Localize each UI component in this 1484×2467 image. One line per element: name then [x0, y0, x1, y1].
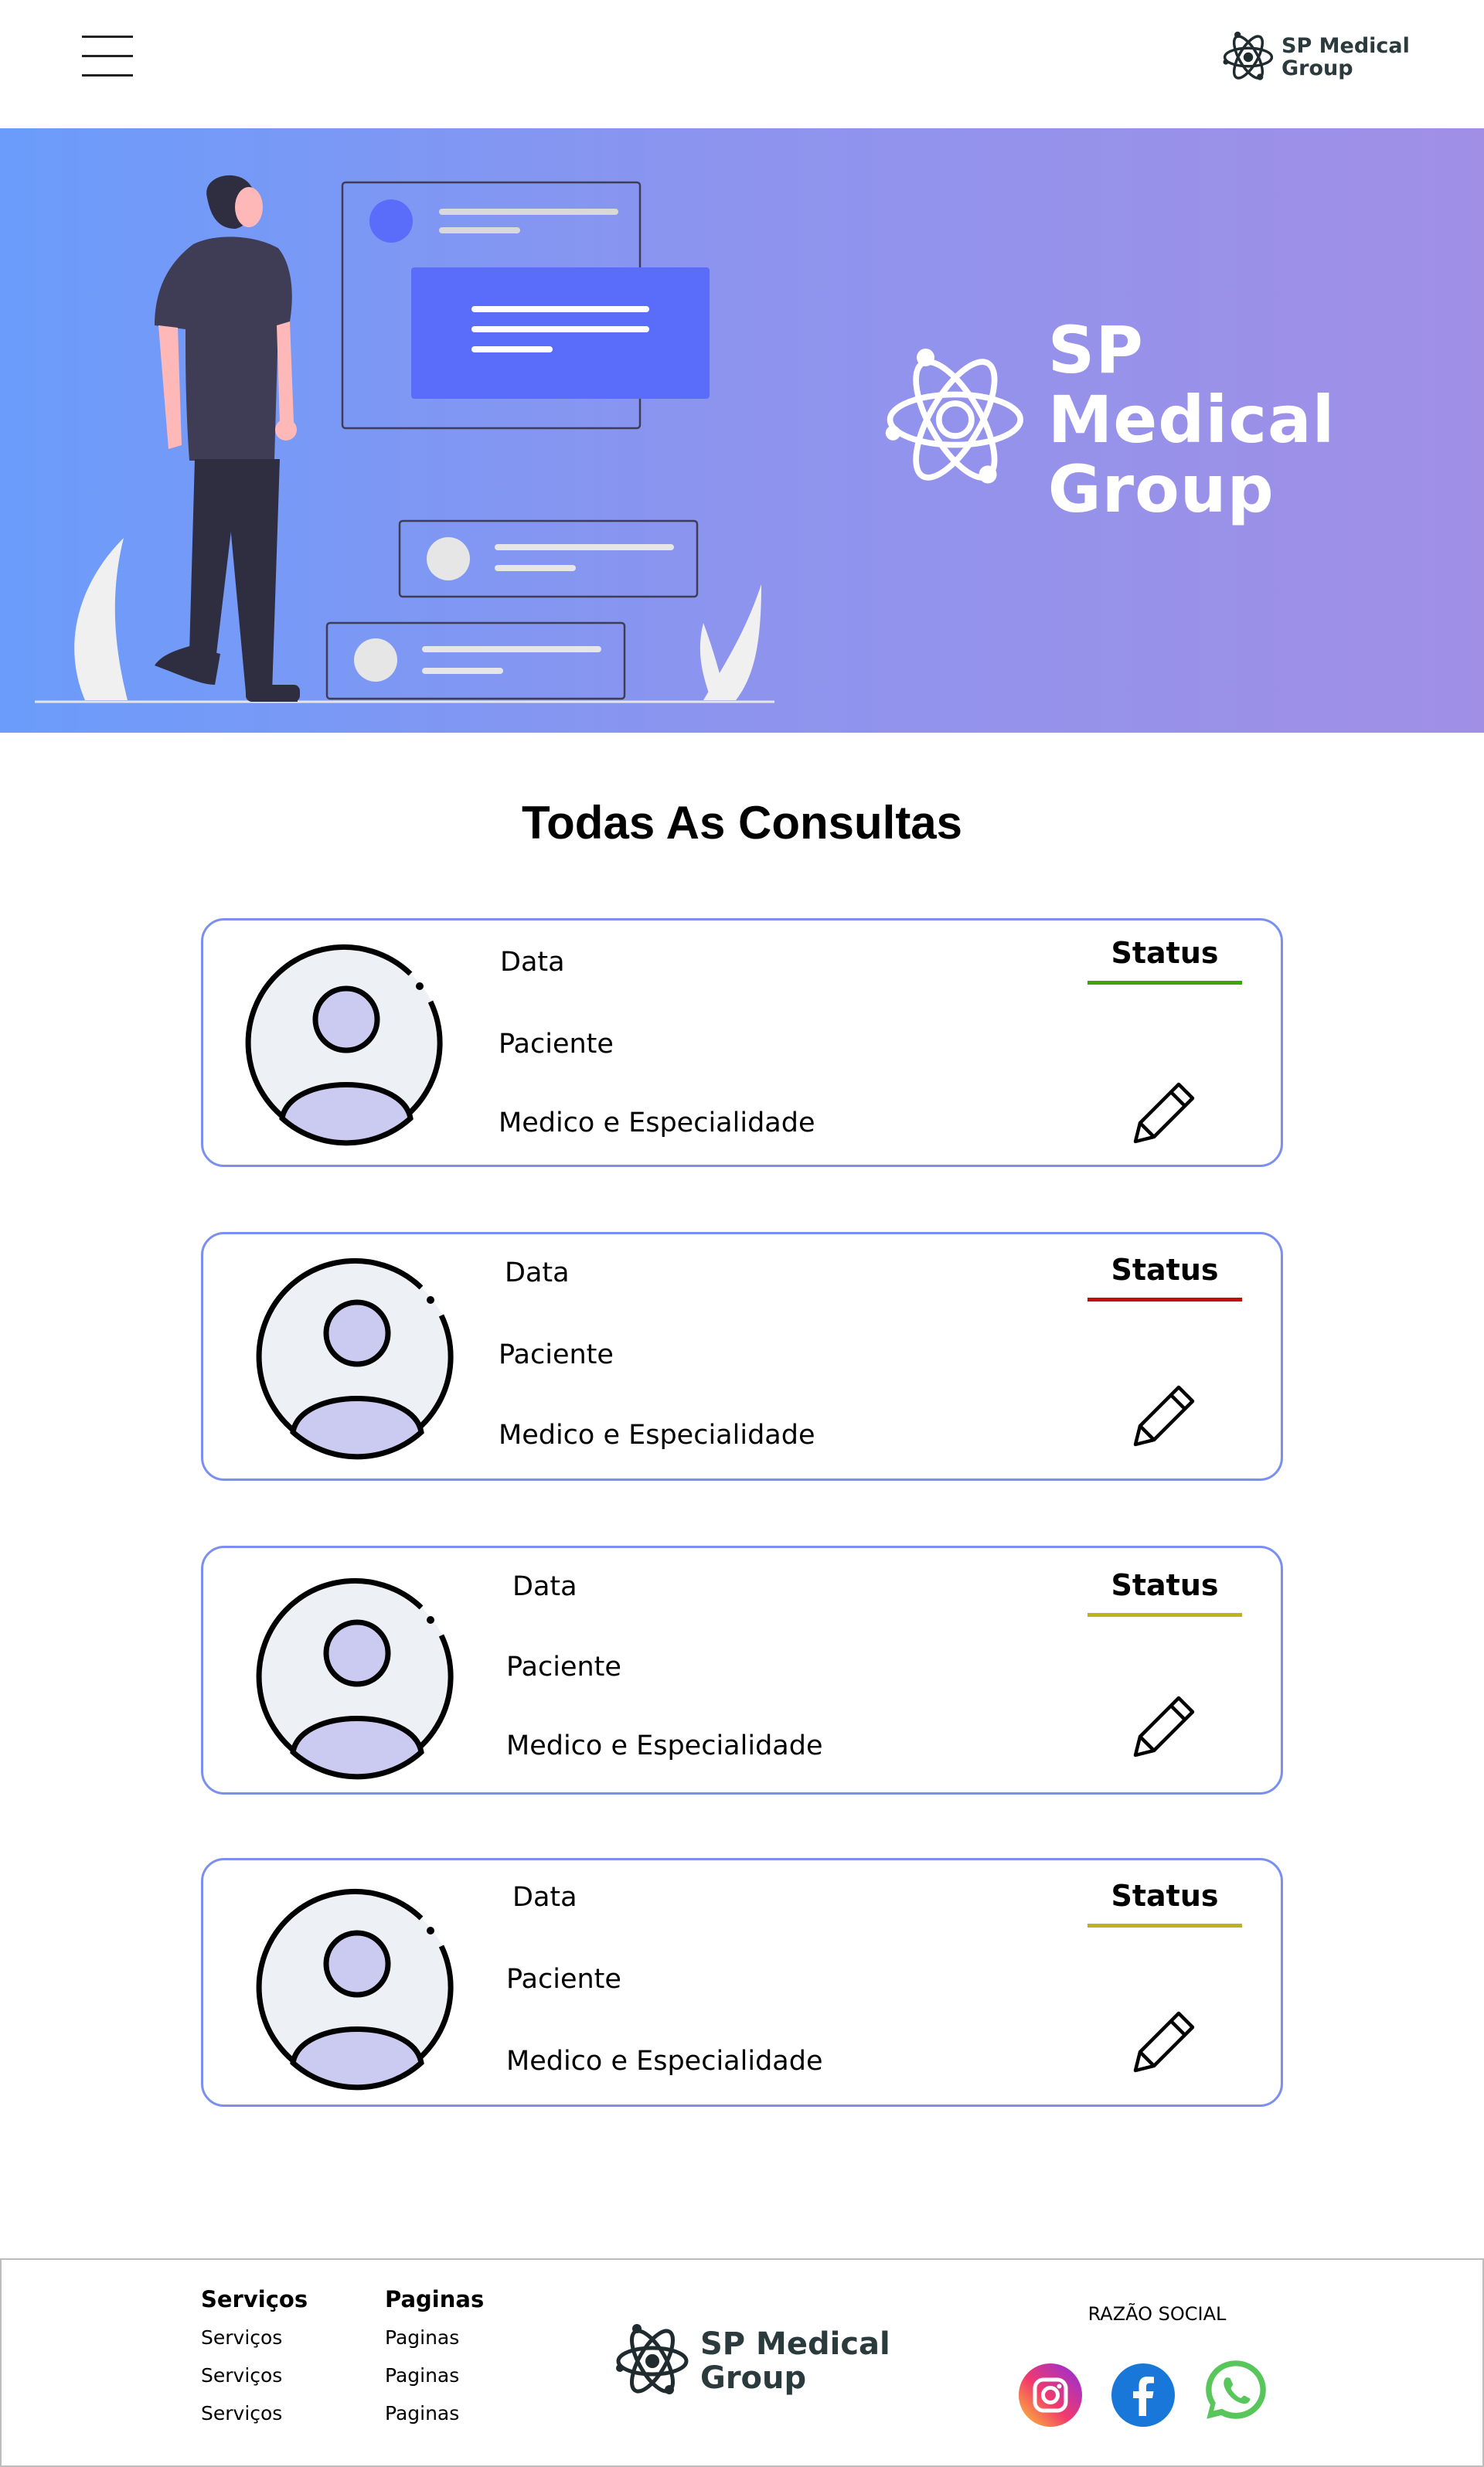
razao-social: RAZÃO SOCIAL: [1087, 2303, 1227, 2325]
brand-line2: Group: [1047, 451, 1275, 527]
user-avatar-icon: [256, 1888, 454, 2091]
consulta-card: Data Paciente Medico e Especialidade Sta…: [201, 1232, 1283, 1481]
brand-name: SP Medical Group: [700, 2327, 890, 2395]
site-footer: Serviços Serviços Serviços Serviços Pagi…: [0, 2258, 1484, 2467]
data-label: Data: [512, 1571, 577, 1602]
menu-bar: [82, 74, 133, 77]
status-label: Status: [1111, 1253, 1219, 1287]
brand-line2: Group: [700, 2360, 807, 2396]
consulta-card: Data Paciente Medico e Especialidade Sta…: [201, 1546, 1283, 1795]
data-label: Data: [505, 1257, 570, 1288]
medico-label: Medico e Especialidade: [506, 2046, 823, 2077]
menu-bar: [82, 55, 133, 57]
consulta-card: Data Paciente Medico e Especialidade Sta…: [201, 918, 1283, 1167]
paciente-label: Paciente: [506, 1652, 621, 1683]
whatsapp-icon[interactable]: [1203, 2357, 1269, 2424]
edit-pencil-icon[interactable]: [1128, 2004, 1202, 2078]
edit-pencil-icon[interactable]: [1128, 1689, 1202, 1763]
footer-paginas-title: Paginas: [385, 2286, 485, 2312]
menu-bar: [82, 36, 133, 38]
user-avatar-icon: [256, 1257, 454, 1460]
user-avatar-icon: [245, 944, 443, 1146]
user-avatar-icon: [256, 1577, 454, 1780]
status-indicator: [1087, 1924, 1242, 1928]
footer-paginas-link[interactable]: Paginas: [385, 2402, 484, 2424]
data-label: Data: [500, 947, 565, 978]
footer-servicos-title: Serviços: [201, 2286, 308, 2312]
data-label: Data: [512, 1882, 577, 1913]
menu-icon[interactable]: [82, 34, 133, 77]
medico-label: Medico e Especialidade: [499, 1420, 815, 1451]
brand-line1: SP Medical: [1281, 34, 1410, 58]
footer-paginas-link[interactable]: Paginas: [385, 2326, 484, 2349]
atom-icon: [1223, 31, 1274, 80]
paciente-label: Paciente: [499, 1029, 614, 1060]
status-label: Status: [1111, 1568, 1219, 1602]
hero-brand-name: SP Medical Group: [1048, 315, 1438, 524]
site-header: SP Medical Group: [0, 0, 1484, 128]
footer-servicos-link[interactable]: Serviços: [201, 2402, 308, 2424]
footer-paginas-column: Paginas Paginas Paginas Paginas: [385, 2286, 484, 2440]
medico-label: Medico e Especialidade: [499, 1108, 815, 1138]
status-indicator: [1087, 1613, 1242, 1617]
facebook-icon[interactable]: [1111, 2363, 1175, 2427]
atom-icon: [616, 2324, 689, 2394]
status-label: Status: [1111, 936, 1219, 970]
header-logo[interactable]: SP Medical Group: [1221, 28, 1414, 87]
brand-line1: SP Medical: [1047, 312, 1336, 458]
footer-servicos-link[interactable]: Serviços: [201, 2326, 308, 2349]
footer-servicos-link[interactable]: Serviços: [201, 2364, 308, 2387]
atom-icon: [885, 348, 1024, 484]
brand-line1: SP Medical: [700, 2326, 890, 2362]
status-indicator: [1087, 1298, 1242, 1302]
paciente-label: Paciente: [499, 1339, 614, 1370]
status-label: Status: [1111, 1879, 1219, 1913]
instagram-icon[interactable]: [1019, 2363, 1082, 2427]
hero-logo: SP Medical Group: [881, 315, 1438, 524]
page-title: Todas As Consultas: [521, 797, 963, 849]
hero-banner: SP Medical Group: [0, 128, 1484, 733]
edit-pencil-icon[interactable]: [1128, 1075, 1202, 1149]
footer-servicos-column: Serviços Serviços Serviços Serviços: [201, 2286, 308, 2440]
hero-illustration: [35, 175, 774, 703]
consulta-card: Data Paciente Medico e Especialidade Sta…: [201, 1858, 1283, 2107]
brand-line2: Group: [1281, 56, 1353, 80]
paciente-label: Paciente: [506, 1964, 621, 1995]
footer-logo[interactable]: SP Medical Group: [614, 2319, 907, 2404]
edit-pencil-icon[interactable]: [1128, 1378, 1202, 1452]
status-indicator: [1087, 981, 1242, 985]
medico-label: Medico e Especialidade: [506, 1730, 823, 1761]
brand-name: SP Medical Group: [1281, 35, 1410, 80]
footer-paginas-link[interactable]: Paginas: [385, 2364, 484, 2387]
